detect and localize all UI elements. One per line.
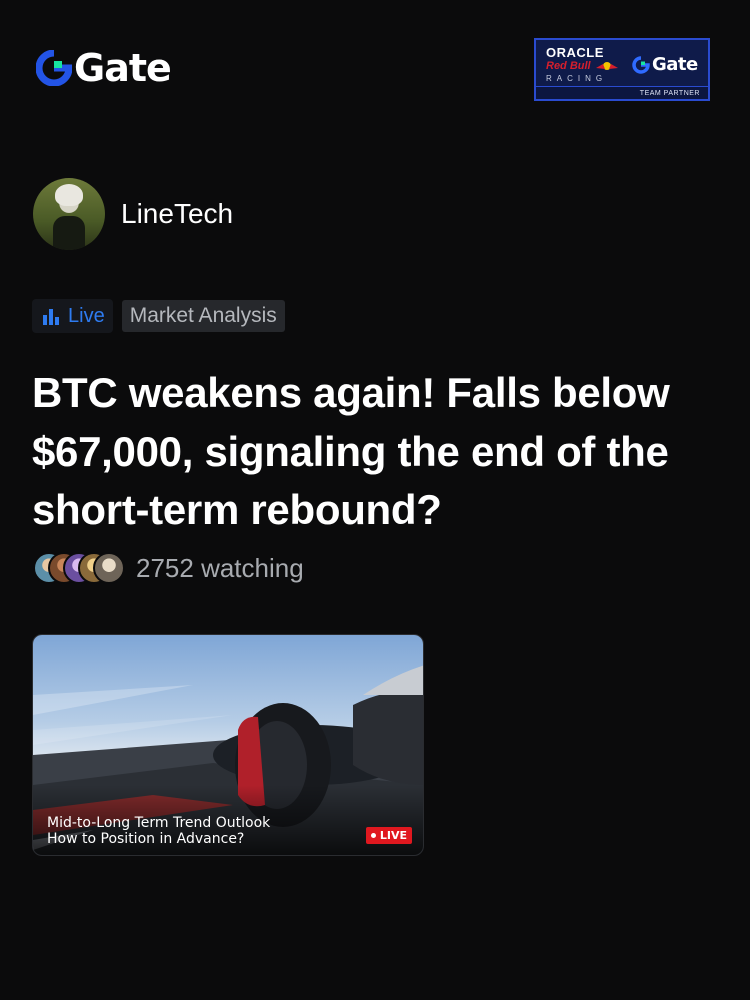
- viewer-avatars: [33, 552, 128, 584]
- video-caption-line2: How to Position in Advance?: [47, 831, 245, 847]
- partner-oracle-text: ORACLE: [546, 45, 604, 60]
- gate-logo[interactable]: Gate: [36, 46, 172, 90]
- top-bar: Gate ORACLE Red Bull RACING Gate TEAM PA…: [0, 0, 750, 140]
- watching-count: 2752 watching: [136, 552, 304, 583]
- partner-gate-text: Gate: [652, 54, 698, 75]
- video-caption-line1: Mid-to-Long Term Trend Outlook: [47, 815, 271, 831]
- redbull-icon: [596, 62, 618, 70]
- gate-logo-text: Gate: [74, 46, 172, 90]
- live-bars-icon: [43, 309, 59, 325]
- post-title: BTC weakens again! Falls below $67,000, …: [32, 369, 670, 533]
- watching-row: 2752 watching: [33, 552, 304, 584]
- partner-racing-text: RACING: [546, 74, 608, 83]
- author-name[interactable]: LineTech: [121, 198, 233, 230]
- live-badge: LIVE: [365, 827, 412, 844]
- live-tag: Live: [32, 299, 113, 333]
- partner-gate-logo: Gate: [632, 54, 698, 75]
- gate-logo-icon: [36, 50, 72, 86]
- author-row[interactable]: LineTech: [33, 178, 233, 250]
- partner-badge: ORACLE Red Bull RACING Gate TEAM PARTNER: [534, 38, 710, 101]
- partner-redbull-text: Red Bull: [546, 60, 591, 72]
- live-dot-icon: [370, 833, 376, 838]
- gate-logo-icon: [632, 55, 650, 74]
- viewer-avatar: [93, 552, 125, 584]
- live-badge-label: LIVE: [379, 829, 407, 842]
- category-tag[interactable]: Market Analysis: [121, 300, 285, 332]
- tag-row: Live Market Analysis: [32, 299, 285, 333]
- video-caption: Mid-to-Long Term Trend Outlook How to Po…: [47, 815, 270, 847]
- team-partner-label: TEAM PARTNER: [536, 86, 708, 99]
- live-video-card[interactable]: Mid-to-Long Term Trend Outlook How to Po…: [32, 634, 424, 856]
- live-tag-label: Live: [68, 304, 105, 327]
- avatar[interactable]: [33, 178, 105, 250]
